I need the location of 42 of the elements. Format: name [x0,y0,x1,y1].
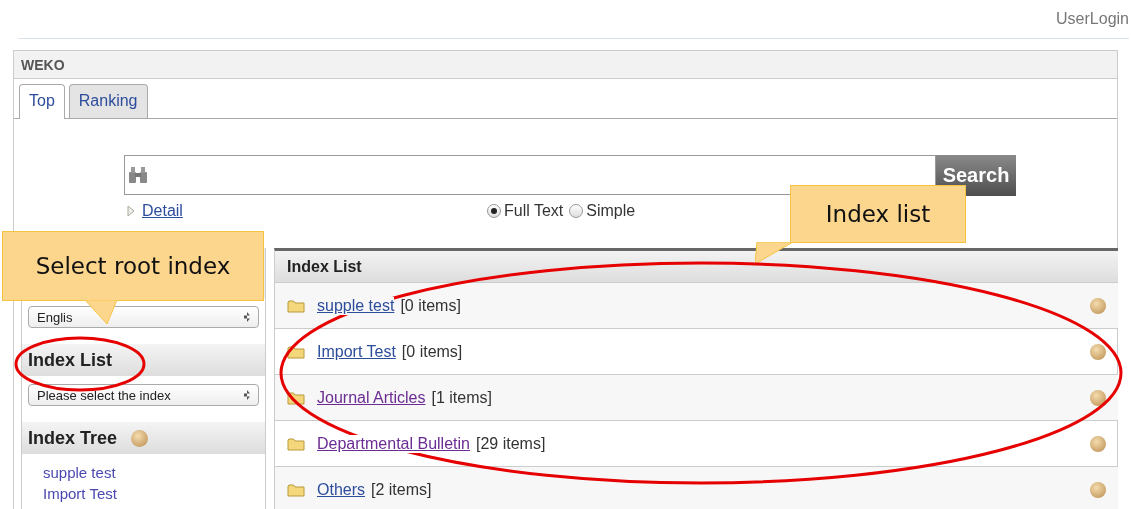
user-login-link[interactable]: UserLogin [1056,10,1129,28]
tree-item-link[interactable]: Import Test [43,485,265,502]
search-mode-radio[interactable]: Simple [569,202,636,220]
index-link[interactable]: Others [317,480,365,499]
index-link[interactable]: supple test [317,296,395,315]
tree-item-link[interactable]: supple test [43,464,265,481]
orb-icon [1090,389,1106,406]
search-mode-radio[interactable]: Full Text [487,202,564,220]
panel-heading: Index List [287,257,362,276]
folder-icon [287,344,305,359]
folder-icon [287,436,305,451]
callout-text: Select root index [35,253,231,279]
folder-icon [287,390,305,405]
language-select[interactable]: Englis [28,306,259,328]
item-count: [2 items] [371,480,433,499]
item-count: [29 items] [475,434,547,453]
site-title: WEKO [21,56,65,73]
orb-icon [1090,297,1106,314]
select-arrows-icon [244,390,250,400]
section-heading: Index List [28,349,112,371]
callout-text: Index list [825,201,931,227]
orb-icon [1090,435,1106,452]
index-link[interactable]: Departmental Bulletin [317,434,470,453]
binoculars-icon [128,166,148,184]
orb-icon [1090,343,1106,360]
triangle-icon [127,205,135,217]
search-field[interactable] [124,155,936,195]
item-count: [0 items] [401,342,464,361]
index-link[interactable]: Journal Articles [317,388,426,407]
tab[interactable]: Ranking [68,84,148,118]
tab[interactable]: Top [19,84,65,119]
detail-link[interactable]: Detail [142,202,183,220]
folder-icon [287,298,305,313]
select-arrows-icon [244,312,250,322]
index-select[interactable]: Please select the index [28,384,259,406]
index-link[interactable]: Import Test [317,342,396,361]
orb-icon [131,429,149,447]
item-count: [1 items] [431,388,493,407]
item-count: [0 items] [400,296,462,315]
orb-icon [1090,481,1106,498]
folder-icon [287,482,305,497]
section-heading: Index Tree [28,427,118,449]
